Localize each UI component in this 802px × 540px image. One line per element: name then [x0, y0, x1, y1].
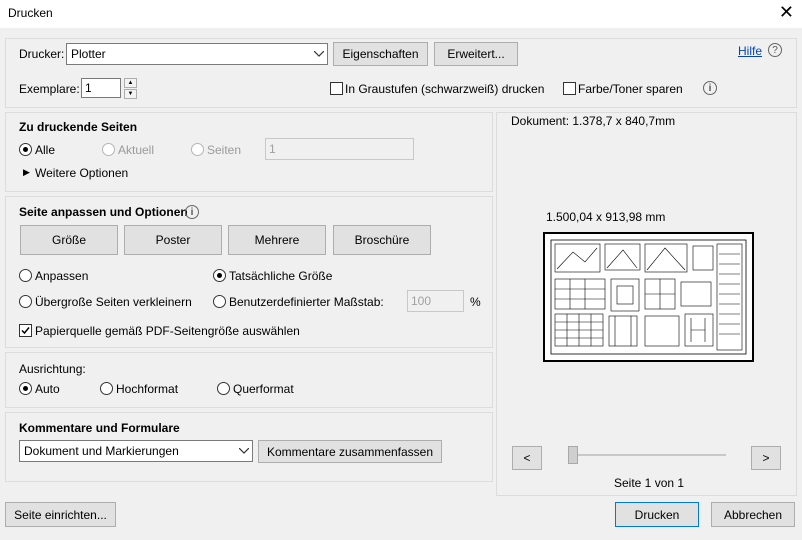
- title-bar: [0, 0, 802, 28]
- orientation-panel: [5, 352, 493, 408]
- sizing-info-icon[interactable]: i: [185, 205, 199, 219]
- cancel-button[interactable]: Abbrechen: [711, 502, 795, 527]
- paper-source-checkbox[interactable]: [19, 324, 32, 337]
- page-preview: [543, 232, 754, 362]
- custom-scale-label: Benutzerdefinierter Maßstab:: [229, 295, 384, 309]
- shrink-radio[interactable]: [19, 295, 32, 308]
- page-range-label: Seiten: [207, 143, 242, 157]
- document-size-label: Dokument: 1.378,7 x 840,7mm: [511, 114, 676, 128]
- chevron-down-icon: [235, 441, 252, 461]
- info-icon[interactable]: i: [703, 81, 717, 95]
- orientation-landscape-radio[interactable]: [217, 382, 230, 395]
- grayscale-checkbox[interactable]: [330, 82, 343, 95]
- orientation-portrait-label: Hochformat: [116, 382, 179, 396]
- printer-select-value: Plotter: [71, 47, 106, 61]
- orientation-auto-label: Auto: [35, 382, 60, 396]
- paper-source-label: Papierquelle gemäß PDF-Seitengröße auswä…: [35, 324, 300, 338]
- orientation-landscape-label: Querformat: [233, 382, 294, 396]
- tab-poster[interactable]: Poster: [124, 225, 222, 255]
- percent-label: %: [470, 295, 481, 309]
- page-range-input[interactable]: 1: [265, 138, 414, 160]
- page-info-label: Seite 1 von 1: [614, 476, 685, 490]
- all-pages-radio[interactable]: [19, 143, 32, 156]
- sizing-section-title: Seite anpassen und Optionen: [19, 205, 188, 219]
- expand-triangle-icon[interactable]: ▶: [23, 167, 30, 178]
- chevron-down-icon: [310, 44, 327, 64]
- current-page-radio[interactable]: [102, 143, 115, 156]
- grayscale-label: In Graustufen (schwarzweiß) drucken: [345, 82, 545, 96]
- orientation-auto-radio[interactable]: [19, 382, 32, 395]
- help-icon[interactable]: ?: [768, 43, 782, 57]
- fit-radio[interactable]: [19, 269, 32, 282]
- all-pages-label: Alle: [35, 143, 56, 157]
- comments-section-title: Kommentare und Formulare: [19, 421, 180, 435]
- actual-size-radio[interactable]: [213, 269, 226, 282]
- pages-section-title: Zu druckende Seiten: [19, 120, 138, 134]
- orientation-section-title: Ausrichtung:: [19, 362, 86, 376]
- print-button[interactable]: Drucken: [615, 502, 699, 527]
- more-options-label[interactable]: Weitere Optionen: [35, 166, 128, 180]
- page-setup-button[interactable]: Seite einrichten...: [5, 502, 116, 527]
- page-range-radio[interactable]: [191, 143, 204, 156]
- copies-label: Exemplare:: [19, 82, 80, 96]
- paper-size-label: 1.500,04 x 913,98 mm: [546, 210, 666, 224]
- shrink-label: Übergroße Seiten verkleinern: [35, 295, 192, 309]
- summarize-comments-button[interactable]: Kommentare zusammenfassen: [258, 440, 442, 463]
- page-slider-track[interactable]: [568, 454, 726, 456]
- window-title: Drucken: [8, 6, 53, 20]
- copies-input[interactable]: 1: [81, 78, 121, 98]
- save-toner-checkbox[interactable]: [563, 82, 576, 95]
- help-link[interactable]: Hilfe: [738, 44, 762, 58]
- printer-label: Drucker:: [19, 47, 65, 61]
- custom-scale-input[interactable]: 100: [407, 290, 464, 312]
- printer-select[interactable]: Plotter: [66, 43, 328, 65]
- copies-down-icon[interactable]: ▼: [124, 89, 137, 99]
- tab-booklet[interactable]: Broschüre: [333, 225, 431, 255]
- current-page-label: Aktuell: [118, 143, 155, 157]
- actual-size-label: Tatsächliche Größe: [229, 269, 333, 283]
- copies-up-icon[interactable]: ▲: [124, 78, 137, 88]
- advanced-button[interactable]: Erweitert...: [434, 42, 518, 66]
- save-toner-label: Farbe/Toner sparen: [578, 82, 683, 96]
- comments-select-value: Dokument und Markierungen: [24, 444, 179, 458]
- fit-label: Anpassen: [35, 269, 89, 283]
- properties-button[interactable]: Eigenschaften: [333, 42, 428, 66]
- close-icon[interactable]: ✕: [779, 2, 794, 22]
- custom-scale-radio[interactable]: [213, 295, 226, 308]
- prev-page-button[interactable]: <: [512, 446, 542, 470]
- tab-multiple[interactable]: Mehrere: [228, 225, 326, 255]
- comments-select[interactable]: Dokument und Markierungen: [19, 440, 253, 462]
- next-page-button[interactable]: >: [751, 446, 781, 470]
- orientation-portrait-radio[interactable]: [100, 382, 113, 395]
- tab-size[interactable]: Größe: [20, 225, 118, 255]
- page-slider-thumb[interactable]: [568, 446, 578, 464]
- drawing-thumbnail: [550, 239, 747, 355]
